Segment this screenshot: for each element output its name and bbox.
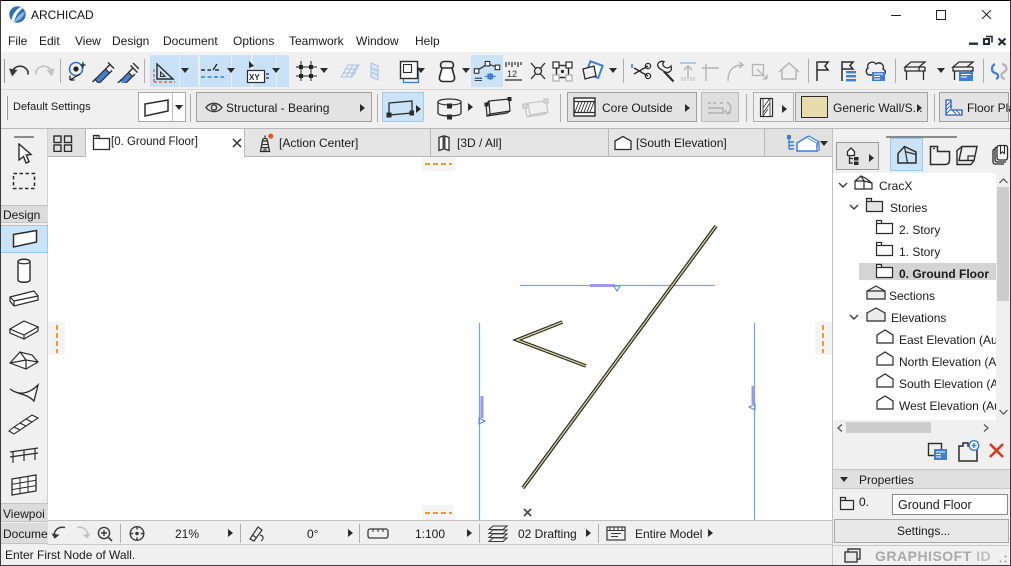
svg-text:12: 12 — [507, 69, 517, 79]
svg-text:XY: XY — [249, 73, 260, 82]
